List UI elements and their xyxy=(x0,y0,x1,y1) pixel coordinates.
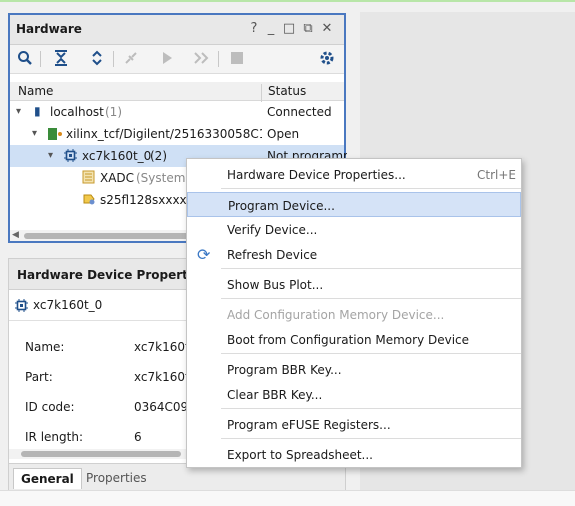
tab-general[interactable]: General xyxy=(13,468,82,489)
menu-item-program-device[interactable]: Program Device... xyxy=(187,192,521,217)
chevron-down-icon[interactable]: ▾ xyxy=(48,150,53,161)
device-name: xc7k160t_0 xyxy=(33,298,103,312)
memory-icon xyxy=(82,192,96,209)
property-label: ID code: xyxy=(25,400,75,414)
status-column-header[interactable]: Status xyxy=(261,84,306,102)
property-value: 6 xyxy=(134,430,142,444)
run-icon[interactable] xyxy=(158,50,176,68)
tree-row-target[interactable]: ▾ xilinx_tcf/Digilent/2516330058C1A Open xyxy=(10,123,344,145)
menu-separator xyxy=(221,353,521,354)
menu-item-label: Boot from Configuration Memory Device xyxy=(227,333,470,347)
hardware-panel-title: Hardware xyxy=(16,22,82,36)
help-icon[interactable]: ? xyxy=(247,21,261,37)
scroll-left-icon[interactable]: ◀ xyxy=(12,230,19,240)
chip-icon xyxy=(15,299,28,315)
top-accent-line xyxy=(0,0,575,2)
menu-item-label: Export to Spreadsheet... xyxy=(227,448,373,462)
settings-gear-icon[interactable] xyxy=(318,50,336,68)
auto-connect-icon[interactable] xyxy=(122,50,140,68)
menu-item-label: Show Bus Plot... xyxy=(227,278,324,292)
menu-item-label: Program BBR Key... xyxy=(227,363,342,377)
row-name: xilinx_tcf/Digilent/2516330058C1A xyxy=(66,127,262,141)
scrollbar-thumb[interactable] xyxy=(24,233,204,239)
menu-item-boot-from-config-memory[interactable]: Boot from Configuration Memory Device xyxy=(187,327,521,352)
hardware-panel-header: Hardware ? _ □ ⧉ ✕ xyxy=(10,15,344,45)
fast-forward-icon[interactable] xyxy=(193,50,211,68)
toolbar-separator xyxy=(40,51,41,67)
property-label: Name: xyxy=(25,340,65,354)
expand-all-icon[interactable] xyxy=(88,50,106,68)
menu-separator xyxy=(221,438,521,439)
tree-row-localhost[interactable]: ▾ ▮ localhost (1) Connected xyxy=(10,101,344,123)
property-label: Part: xyxy=(25,370,53,384)
row-status: Connected xyxy=(267,105,332,119)
name-column-header[interactable]: Name xyxy=(18,84,53,98)
toolbar-separator xyxy=(113,51,114,67)
row-count: (2) xyxy=(150,149,167,163)
menu-item-program-efuse[interactable]: Program eFUSE Registers... xyxy=(187,412,521,437)
chip-icon xyxy=(64,149,77,165)
menu-separator xyxy=(221,408,521,409)
row-name: xc7k160t_0 xyxy=(82,149,152,163)
menu-item-export-spreadsheet[interactable]: Export to Spreadsheet... xyxy=(187,442,521,467)
menu-item-label: Verify Device... xyxy=(227,223,318,237)
menu-item-add-config-memory[interactable]: Add Configuration Memory Device... xyxy=(187,302,521,327)
scrollbar-thumb[interactable] xyxy=(21,451,181,457)
status-bar xyxy=(0,490,575,506)
collapse-all-icon[interactable] xyxy=(52,50,70,68)
menu-item-shortcut: Ctrl+E xyxy=(477,168,516,182)
xadc-icon xyxy=(82,170,95,187)
chevron-down-icon[interactable]: ▾ xyxy=(32,128,37,139)
menu-item-label: Clear BBR Key... xyxy=(227,388,323,402)
board-icon xyxy=(48,128,62,143)
menu-separator xyxy=(221,188,521,189)
row-status: Open xyxy=(267,127,300,141)
row-name: XADC xyxy=(100,171,135,185)
menu-item-label: Program Device... xyxy=(228,199,335,213)
properties-panel-title: Hardware Device Properties xyxy=(17,268,208,282)
row-count: (1) xyxy=(105,105,122,119)
property-label: IR length: xyxy=(25,430,83,444)
menu-item-label: Hardware Device Properties... xyxy=(227,168,406,182)
tab-properties[interactable]: Properties xyxy=(79,468,154,488)
hardware-toolbar xyxy=(10,45,344,74)
stop-icon[interactable] xyxy=(228,50,246,68)
server-icon: ▮ xyxy=(34,104,41,118)
close-icon[interactable]: ✕ xyxy=(320,21,334,37)
float-icon[interactable]: ⧉ xyxy=(301,21,315,37)
menu-item-verify-device[interactable]: Verify Device... xyxy=(187,217,521,242)
context-menu: Hardware Device Properties... Ctrl+E Pro… xyxy=(186,158,522,468)
property-value: xc7k160t xyxy=(134,370,190,384)
chevron-down-icon[interactable]: ▾ xyxy=(16,106,21,117)
menu-item-refresh-device[interactable]: ⟳ Refresh Device xyxy=(187,242,521,267)
menu-separator xyxy=(221,268,521,269)
menu-item-label: Add Configuration Memory Device... xyxy=(227,308,445,322)
menu-item-program-bbr-key[interactable]: Program BBR Key... xyxy=(187,357,521,382)
menu-item-show-bus-plot[interactable]: Show Bus Plot... xyxy=(187,272,521,297)
search-icon[interactable] xyxy=(16,50,34,68)
menu-item-clear-bbr-key[interactable]: Clear BBR Key... xyxy=(187,382,521,407)
minimize-icon[interactable]: _ xyxy=(264,21,278,37)
row-name: s25fl128sxxxxxx0-spi-x1_x2_x4 xyxy=(100,193,196,207)
menu-item-label: Refresh Device xyxy=(227,248,318,262)
row-name: localhost xyxy=(50,105,104,119)
menu-item-hardware-device-properties[interactable]: Hardware Device Properties... Ctrl+E xyxy=(187,162,521,187)
tree-header: Name Status xyxy=(10,82,344,102)
menu-item-label: Program eFUSE Registers... xyxy=(227,418,391,432)
maximize-icon[interactable]: □ xyxy=(282,21,296,37)
toolbar-separator xyxy=(218,51,219,67)
refresh-icon: ⟳ xyxy=(197,245,211,264)
menu-separator xyxy=(221,298,521,299)
